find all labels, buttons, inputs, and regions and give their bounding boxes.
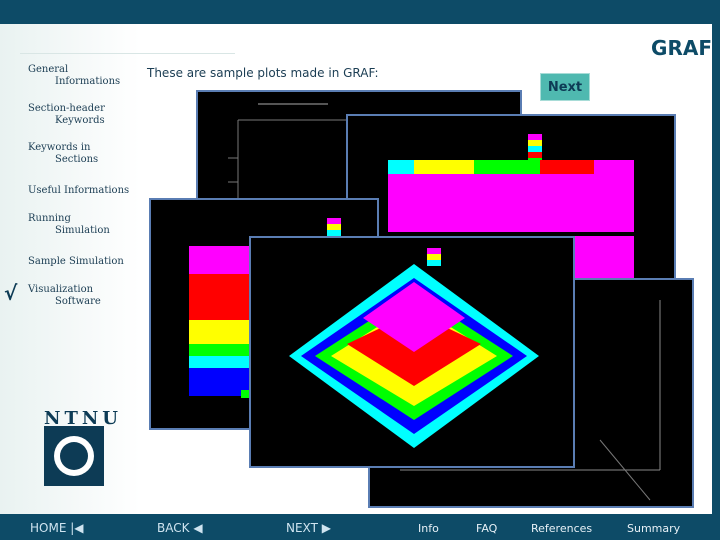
sidebar-item-label: General [28, 64, 69, 75]
plot-pyramid-graphic [289, 264, 539, 448]
sidebar-item-label: Sections [55, 154, 99, 165]
sidebar-item-label: Sample Simulation [28, 256, 124, 267]
next-button[interactable]: Next [540, 73, 590, 101]
home-icon: |◀ [70, 521, 84, 535]
back-link[interactable]: BACK ◀ [157, 521, 203, 535]
faq-link[interactable]: FAQ [476, 522, 497, 535]
right-bar [712, 24, 720, 516]
back-arrow-icon: ◀ [193, 521, 203, 535]
next-arrow-icon: ▶ [321, 521, 331, 535]
info-link[interactable]: Info [418, 522, 439, 535]
next-link[interactable]: NEXT ▶ [286, 521, 331, 535]
sidebar-item-sample-simulation[interactable]: Sample Simulation [28, 256, 124, 268]
references-link[interactable]: References [531, 522, 592, 535]
header-divider [20, 53, 235, 54]
sidebar-item-visualization-software[interactable]: Visualization Software [28, 284, 101, 308]
summary-link[interactable]: Summary [627, 522, 680, 535]
sidebar-item-label: Software [55, 296, 101, 307]
sidebar-item-label: Useful Informations [28, 185, 130, 196]
plot-window-pyramid [249, 236, 575, 468]
page-title: GRAF [651, 36, 712, 60]
home-label: HOME [30, 521, 67, 535]
top-bar [0, 0, 720, 24]
page-subtitle: These are sample plots made in GRAF: [147, 66, 379, 80]
sidebar-item-general-informations[interactable]: General Informations [28, 64, 120, 88]
home-link[interactable]: HOME |◀ [30, 521, 84, 535]
back-label: BACK [157, 521, 190, 535]
sidebar-item-label: Keywords [55, 115, 105, 126]
sidebar-item-label: Visualization [28, 284, 94, 295]
sidebar-item-label: Section-header [28, 103, 105, 114]
sidebar-item-label: Running [28, 213, 71, 224]
checkmark-icon: √ [4, 281, 18, 305]
sidebar-item-label: Keywords in [28, 142, 91, 153]
sidebar-item-label: Informations [55, 76, 121, 87]
sidebar-item-keywords-in-sections[interactable]: Keywords in Sections [28, 142, 98, 166]
sidebar-item-running-simulation[interactable]: Running Simulation [28, 213, 110, 237]
next-label: NEXT [286, 521, 318, 535]
ntnu-logo-icon [44, 426, 104, 486]
plot-legend [327, 218, 341, 236]
bottom-bar [0, 514, 720, 540]
sidebar-item-section-header-keywords[interactable]: Section-header Keywords [28, 103, 105, 127]
sidebar-item-useful-informations[interactable]: Useful Informations [28, 185, 129, 197]
sidebar-item-label: Simulation [55, 225, 110, 236]
